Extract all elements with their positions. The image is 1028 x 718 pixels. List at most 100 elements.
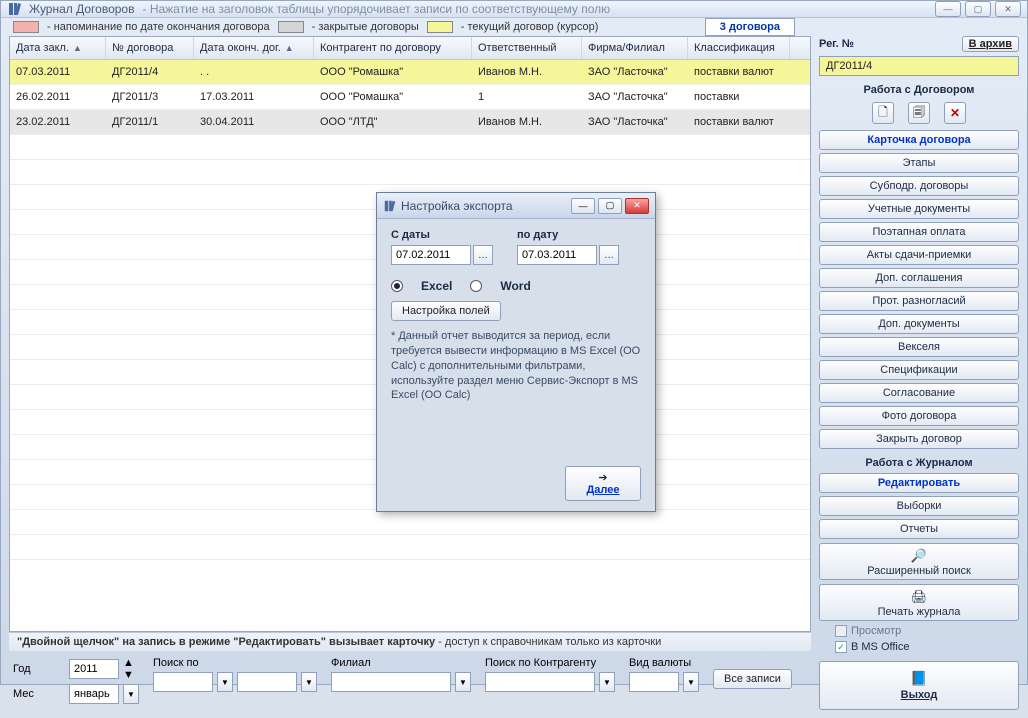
cell: ЗАО "Ласточка" — [582, 66, 688, 78]
cell: Иванов М.Н. — [472, 66, 582, 78]
group-journal-title: Работа с Журналом — [819, 457, 1019, 469]
to-date-browse[interactable]: … — [599, 245, 619, 265]
cell: ООО "Ромашка" — [314, 91, 472, 103]
swatch-red — [13, 21, 39, 33]
counterparty-input[interactable] — [485, 672, 595, 692]
window-title: Журнал Договоров — [29, 2, 134, 16]
record-count: 3 договора — [705, 18, 795, 36]
cell: ДГ2011/4 — [106, 66, 194, 78]
to-date-input[interactable] — [517, 245, 597, 265]
side-button-субподр-договоры[interactable]: Субподр. договоры — [819, 176, 1019, 196]
side-button-акты-сдачи-приемки[interactable]: Акты сдачи-приемки — [819, 245, 1019, 265]
side-button-прот-разногласий[interactable]: Прот. разногласий — [819, 291, 1019, 311]
currency-select[interactable] — [629, 672, 679, 692]
side-button-редактировать[interactable]: Редактировать — [819, 473, 1019, 493]
cell: ООО "ЛТД" — [314, 116, 472, 128]
side-button-этапы[interactable]: Этапы — [819, 153, 1019, 173]
side-button-доп-документы[interactable]: Доп. документы — [819, 314, 1019, 334]
search-label: Поиск по — [153, 657, 317, 669]
exit-button[interactable]: 📘 Выход — [819, 661, 1019, 710]
close-button[interactable]: ✕ — [995, 1, 1021, 17]
excel-radio[interactable] — [391, 280, 403, 292]
sidebar: Рег. № В архив ДГ2011/4 Работа с Договор… — [819, 36, 1019, 710]
side-button-учетные-документы[interactable]: Учетные документы — [819, 199, 1019, 219]
cell: ООО "Ромашка" — [314, 66, 472, 78]
filters-row: Год ▲▼ Мес ▼ Поиск по ▼▼ Филиал — [9, 651, 811, 710]
archive-button[interactable]: В архив — [962, 36, 1019, 52]
cell: поставки валют — [688, 116, 790, 128]
cell: поставки — [688, 91, 790, 103]
minimize-button[interactable]: — — [935, 1, 961, 17]
th-counterparty[interactable]: Контрагент по договору — [314, 37, 472, 59]
side-button-поэтапная-оплата[interactable]: Поэтапная оплата — [819, 222, 1019, 242]
month-input[interactable] — [69, 684, 119, 704]
side-button-согласование[interactable]: Согласование — [819, 383, 1019, 403]
cell: ЗАО "Ласточка" — [582, 91, 688, 103]
year-spinner[interactable]: ▲▼ — [123, 657, 134, 681]
legend-yellow: - текущий договор (курсор) — [461, 21, 599, 33]
side-button-карточка-договора[interactable]: Карточка договора — [819, 130, 1019, 150]
new-icon[interactable]: 🗋 — [872, 102, 894, 124]
search-by-select[interactable] — [153, 672, 213, 692]
from-date-input[interactable] — [391, 245, 471, 265]
dialog-icon — [383, 199, 397, 213]
msoffice-checkbox[interactable]: ✓ — [835, 641, 847, 653]
cell: поставки валют — [688, 66, 790, 78]
tip-rest: - доступ к справочникам только из карточ… — [435, 636, 661, 648]
table-row[interactable]: 23.02.2011ДГ2011/130.04.2011ООО "ЛТД"Ива… — [10, 110, 810, 135]
month-label: Мес — [13, 688, 65, 700]
ext-search-button[interactable]: 🔎 Расширенный поиск — [819, 543, 1019, 580]
all-records-button[interactable]: Все записи — [713, 669, 792, 689]
dialog-title: Настройка экспорта — [401, 199, 513, 213]
month-dropdown[interactable]: ▼ — [123, 684, 139, 704]
side-button-выборки[interactable]: Выборки — [819, 496, 1019, 516]
window-hint: - Нажатие на заголовок таблицы упорядочи… — [142, 2, 610, 16]
search-input[interactable] — [237, 672, 297, 692]
legend-row: - напоминание по дате окончания договора… — [1, 18, 1027, 36]
search-by-dd[interactable]: ▼ — [217, 672, 233, 692]
side-button-отчеты[interactable]: Отчеты — [819, 519, 1019, 539]
to-date-label: по дату — [517, 229, 619, 241]
swatch-yellow — [427, 21, 453, 33]
msoffice-label: В MS Office — [851, 641, 909, 653]
dialog-maximize[interactable]: ▢ — [598, 198, 622, 214]
side-button-векселя[interactable]: Векселя — [819, 337, 1019, 357]
print-journal-button[interactable]: 🖨 Печать журнала — [819, 584, 1019, 621]
delete-icon[interactable]: ✕ — [944, 102, 966, 124]
table-row[interactable]: 26.02.2011ДГ2011/317.03.2011ООО "Ромашка… — [10, 85, 810, 110]
th-date-end[interactable]: Дата оконч. дог.▲ — [194, 37, 314, 59]
side-button-закрыть-договор[interactable]: Закрыть договор — [819, 429, 1019, 449]
copy-icon[interactable]: 🗐 — [908, 102, 930, 124]
th-contract-no[interactable]: № договора — [106, 37, 194, 59]
th-branch[interactable]: Фирма/Филиал — [582, 37, 688, 59]
dialog-titlebar: Настройка экспорта — ▢ ✕ — [377, 193, 655, 219]
cell: ЗАО "Ласточка" — [582, 116, 688, 128]
fields-settings-button[interactable]: Настройка полей — [391, 301, 501, 321]
cell: 1 — [472, 91, 582, 103]
tip-bar: "Двойной щелчок" на запись в режиме "Ред… — [9, 632, 811, 651]
th-date-signed[interactable]: Дата закл.▲ — [10, 37, 106, 59]
side-button-фото-договора[interactable]: Фото договора — [819, 406, 1019, 426]
from-date-browse[interactable]: … — [473, 245, 493, 265]
cell: Иванов М.Н. — [472, 116, 582, 128]
side-button-доп-соглашения[interactable]: Доп. соглашения — [819, 268, 1019, 288]
branch-select[interactable] — [331, 672, 451, 692]
dialog-minimize[interactable]: — — [571, 198, 595, 214]
dialog-close[interactable]: ✕ — [625, 198, 649, 214]
preview-checkbox — [835, 625, 847, 637]
legend-gray: - закрытые договоры — [312, 21, 419, 33]
app-icon — [7, 1, 23, 17]
next-button[interactable]: ➔ Далее — [565, 466, 641, 501]
branch-label: Филиал — [331, 657, 471, 669]
th-classification[interactable]: Классификация — [688, 37, 790, 59]
word-radio[interactable] — [470, 280, 482, 292]
th-responsible[interactable]: Ответственный — [472, 37, 582, 59]
search-icon: 🔎 — [911, 548, 927, 564]
year-input[interactable] — [69, 659, 119, 679]
side-button-спецификации[interactable]: Спецификации — [819, 360, 1019, 380]
currency-label: Вид валюты — [629, 657, 699, 669]
maximize-button[interactable]: ▢ — [965, 1, 991, 17]
table-row[interactable]: 07.03.2011ДГ2011/4. .ООО "Ромашка"Иванов… — [10, 60, 810, 85]
table-header: Дата закл.▲ № договора Дата оконч. дог.▲… — [10, 37, 810, 60]
cell: 23.02.2011 — [10, 116, 106, 128]
